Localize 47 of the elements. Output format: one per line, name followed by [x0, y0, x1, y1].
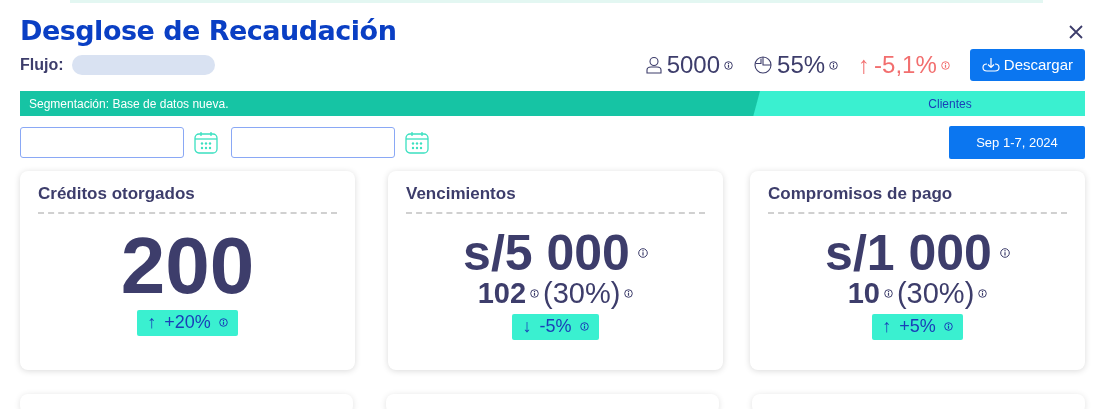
info-icon: [624, 289, 634, 299]
info-icon: [724, 60, 734, 70]
date-range-button[interactable]: Sep 1-7, 2024: [949, 126, 1085, 160]
info-icon: [579, 322, 589, 332]
flow-select[interactable]: [71, 55, 215, 76]
calendar-icon: [405, 131, 429, 155]
flow-label: Flujo:: [20, 55, 64, 76]
stat-value: 55%: [777, 50, 826, 81]
stat-value: 5000: [666, 50, 721, 81]
big-number: 200: [120, 225, 255, 306]
page-title: Desglose de Recaudación: [20, 15, 397, 48]
arrow-icon: ↑: [882, 313, 892, 341]
pie-chart-icon: [753, 55, 774, 76]
info-icon: [978, 289, 988, 299]
calendar-icon: [194, 131, 218, 155]
info-icon: [829, 60, 839, 70]
count-value: 102: [477, 277, 526, 310]
share-value: (30%): [896, 277, 975, 310]
info-icon: [940, 60, 950, 70]
card-title: Créditos otorgados: [38, 181, 337, 214]
trend-value: +5%: [899, 315, 936, 339]
card-title: Compromisos de pago: [768, 181, 1067, 214]
info-icon: [218, 318, 228, 328]
user-icon: [644, 56, 663, 75]
segment-tag: Clientes: [815, 94, 1085, 113]
segment-label: Segmentación: Base de datos nueva.: [28, 95, 230, 113]
arrow-icon: ↓: [522, 313, 532, 341]
stat-value: -5,1%: [874, 50, 937, 81]
count-value: 10: [847, 277, 880, 310]
date-field[interactable]: [20, 127, 184, 159]
download-icon: [981, 57, 1000, 74]
info-icon: [637, 247, 648, 258]
info-icon: [999, 247, 1010, 258]
info-icon: [943, 322, 953, 332]
share-value: (30%): [543, 277, 621, 310]
info-icon: [530, 289, 539, 299]
amount-value: s/5 000: [463, 227, 630, 278]
date-field[interactable]: [231, 127, 395, 159]
arrow-icon: ↑: [858, 47, 871, 84]
info-icon: [883, 289, 893, 299]
close-icon: [1069, 24, 1083, 39]
trend-value: +20%: [164, 311, 211, 335]
trend-value: -5%: [539, 315, 572, 339]
card-title: Vencimientos: [406, 181, 705, 214]
arrow-icon: ↑: [147, 309, 157, 337]
amount-value: s/1 000: [825, 227, 992, 278]
download-button[interactable]: Descargar: [969, 49, 1085, 82]
